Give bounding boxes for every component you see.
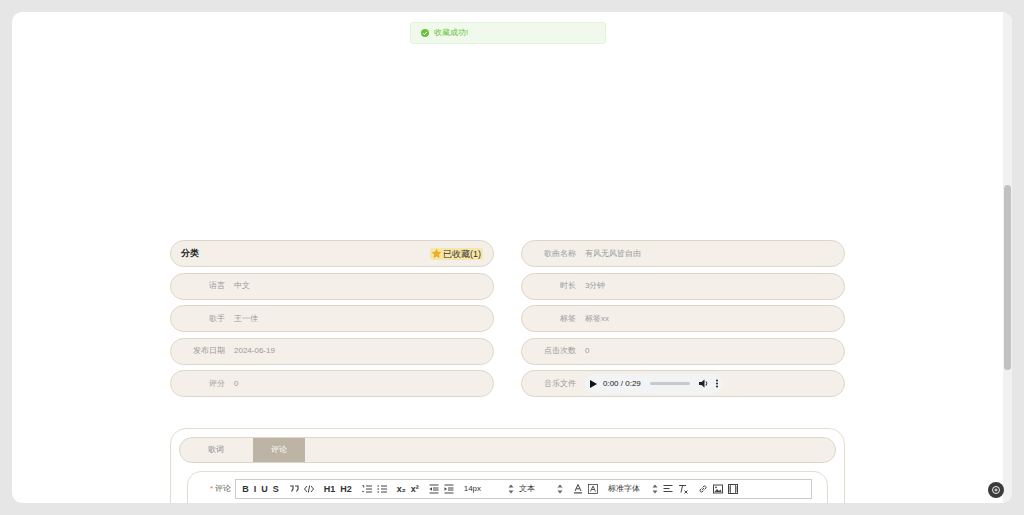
toolbar-button[interactable]: H2 (340, 483, 352, 495)
audio-row: 音乐文件 0:00 / 0:29 (521, 370, 845, 397)
detail-row: 点击次数 0 (521, 338, 845, 365)
field-value: 标签xx (585, 313, 609, 325)
favorite-badge[interactable]: 已收藏(1) (430, 248, 483, 260)
detail-grid: 分类已收藏(1)语言中文歌手王一佳发布日期2024-06-19评分0歌曲名称有风… (170, 240, 845, 397)
category-label: 分类 (181, 247, 199, 261)
field-label: 评分 (171, 378, 225, 390)
field-label: 歌手 (171, 313, 225, 325)
toast-text: 收藏成功! (434, 27, 468, 39)
toolbar-button[interactable]: I (254, 483, 257, 495)
field-value: 0 (585, 345, 589, 357)
align-icon[interactable] (663, 484, 673, 494)
toolbar-button[interactable]: H1 (324, 483, 336, 495)
detail-row: 评分 0 (170, 370, 494, 397)
floating-button[interactable] (988, 482, 1004, 498)
field-label: 音乐文件 (522, 378, 576, 390)
toast: 收藏成功! (410, 22, 606, 44)
toolbar-select[interactable]: 标准字体 (608, 483, 658, 495)
toolbar-select-value: 标准字体 (608, 483, 640, 495)
detail-row: 语言中文 (170, 273, 494, 300)
field-label: 歌曲名称 (522, 248, 576, 260)
more-icon[interactable] (715, 379, 719, 388)
color-icon[interactable] (573, 484, 583, 494)
clean-icon[interactable] (678, 484, 688, 494)
volume-icon[interactable] (699, 379, 709, 388)
page-window: 分类已收藏(1)语言中文歌手王一佳发布日期2024-06-19评分0歌曲名称有风… (12, 12, 1012, 503)
toolbar-select-value: 文本 (519, 483, 535, 495)
tab[interactable]: 评论 (253, 438, 305, 462)
play-icon[interactable] (589, 380, 597, 388)
toolbar-button[interactable]: x² (411, 483, 419, 495)
success-icon (421, 29, 429, 37)
cover-gallery (170, 12, 845, 229)
detail-row: 时长 3分钟 (521, 273, 845, 300)
toolbar-select[interactable]: 文本 (519, 483, 563, 495)
toolbar-button[interactable]: B (242, 483, 249, 495)
page-content: 分类已收藏(1)语言中文歌手王一佳发布日期2024-06-19评分0歌曲名称有风… (12, 12, 1003, 503)
field-value: 0 (234, 378, 238, 390)
field-label: 标签 (522, 313, 576, 325)
image-icon[interactable] (713, 484, 723, 494)
toolbar-select[interactable]: 14px (464, 483, 514, 495)
comment-editor: *评论 BIUS H1 H2 x₂ x² 14px 文本 标准字体 (187, 471, 828, 503)
field-value: 2024-06-19 (234, 345, 275, 357)
toolbar-button[interactable]: S (273, 483, 279, 495)
audio-player: 0:00 / 0:29 (585, 374, 723, 394)
scrollbar-thumb[interactable] (1004, 185, 1011, 370)
updown-arrow-icon (557, 484, 563, 494)
quote-icon[interactable] (289, 484, 299, 494)
field-label: 语言 (171, 280, 225, 292)
song-detail: 分类已收藏(1)语言中文歌手王一佳发布日期2024-06-19评分0歌曲名称有风… (170, 12, 845, 503)
editor-toolbar: BIUS H1 H2 x₂ x² 14px 文本 标准字体 (235, 479, 812, 499)
expand-icon (991, 485, 1001, 495)
updown-arrow-icon (508, 484, 514, 494)
video-icon[interactable] (728, 484, 738, 494)
audio-time: 0:00 / 0:29 (603, 378, 641, 390)
field-value: 中文 (234, 280, 250, 292)
updown-arrow-icon (652, 484, 658, 494)
detail-row: 歌手王一佳 (170, 305, 494, 332)
link-icon[interactable] (698, 484, 708, 494)
detail-row: 标签标签xx (521, 305, 845, 332)
field-value: 3分钟 (585, 280, 605, 292)
indent-icon[interactable] (444, 484, 454, 494)
field-value: 有风无风皆自由 (585, 248, 641, 260)
detail-column: 分类 已收藏(1) 语言中文歌手王一佳发布日期 2024-06-19 评分 0 (170, 240, 494, 397)
background-icon[interactable] (588, 484, 598, 494)
comment-label: *评论 (210, 479, 231, 495)
audio-progress-track[interactable] (650, 382, 690, 385)
content-tabs: 歌词评论*评论BIUSH1H2x₂x²14px文本标准字体 (170, 428, 845, 503)
detail-column: 歌曲名称有风无风皆自由时长 3分钟标签标签xx 点击次数 0 音乐文件 0:00 / 0:… (521, 240, 845, 397)
ordered-icon[interactable] (362, 484, 372, 494)
bullet-icon[interactable] (377, 484, 387, 494)
field-value: 王一佳 (234, 313, 258, 325)
toolbar-select-value: 14px (464, 483, 481, 495)
field-label: 发布日期 (171, 345, 225, 357)
toolbar-button[interactable]: x₂ (397, 483, 406, 495)
scrollbar[interactable] (1003, 12, 1012, 503)
star-icon (432, 249, 441, 258)
detail-row: 发布日期 2024-06-19 (170, 338, 494, 365)
comment-label-text: 评论 (215, 483, 231, 495)
category-row: 分类 已收藏(1) (170, 240, 494, 267)
required-mark: * (210, 483, 213, 495)
code-icon[interactable] (304, 484, 314, 494)
outdent-icon[interactable] (429, 484, 439, 494)
toolbar-button[interactable]: U (261, 483, 268, 495)
tab-bar: 歌词评论 (179, 437, 836, 463)
tab[interactable]: 歌词 (181, 438, 251, 462)
detail-row: 歌曲名称有风无风皆自由 (521, 240, 845, 267)
field-label: 时长 (522, 280, 576, 292)
field-label: 点击次数 (522, 345, 576, 357)
favorite-count: 已收藏(1) (443, 248, 481, 260)
